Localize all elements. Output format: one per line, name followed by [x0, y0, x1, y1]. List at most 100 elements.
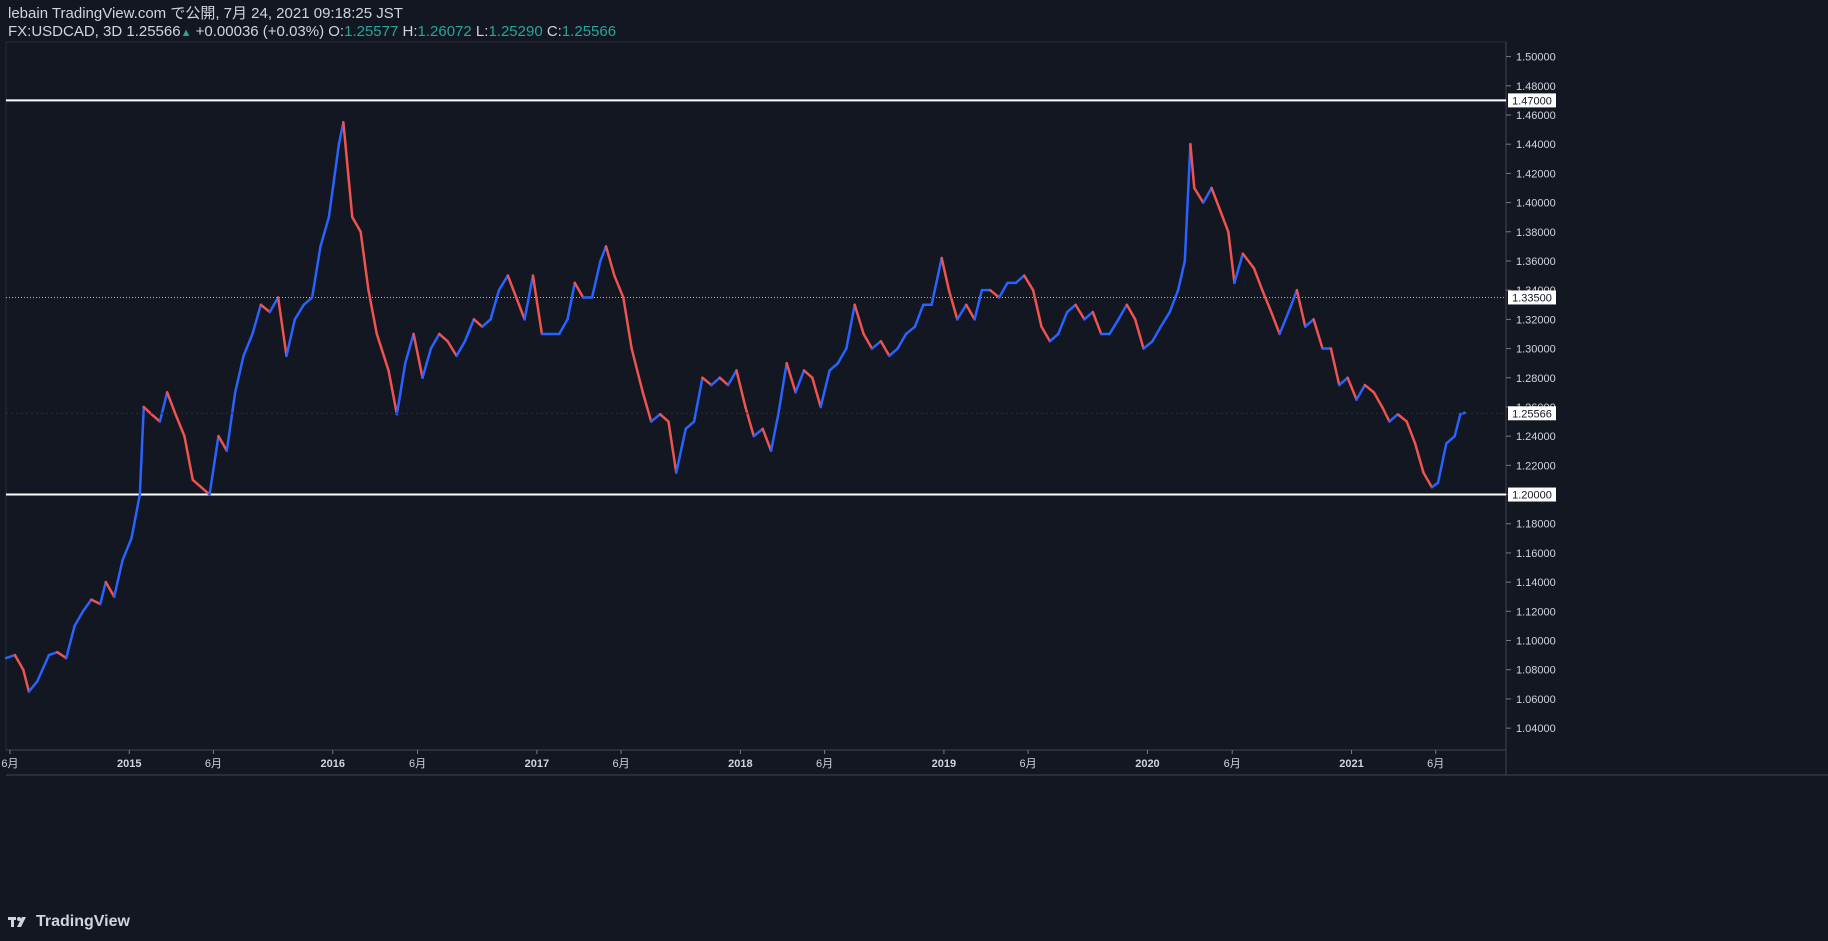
- price-segment: [1031, 288, 1043, 328]
- price-segment: [1227, 230, 1236, 285]
- price-segment: [4, 653, 17, 660]
- price-segment: [251, 303, 263, 336]
- x-tick-label: 6月: [1427, 758, 1444, 770]
- price-segment: [692, 376, 704, 423]
- y-tick-label: 1.18000: [1516, 519, 1556, 531]
- x-tick-label: 6月: [612, 758, 629, 770]
- price-segment: [785, 361, 797, 394]
- price-segment: [641, 391, 653, 423]
- price-chart[interactable]: 1.50000 1.48000 1.46000 1.44000 1.42000 1.400…: [0, 0, 1828, 941]
- price-segment: [1083, 310, 1095, 321]
- price-segment: [1372, 391, 1384, 409]
- price-segment: [913, 303, 925, 328]
- y-tick-label: 1.04000: [1516, 723, 1556, 735]
- price-segment: [375, 332, 390, 372]
- price-segment: [1201, 186, 1213, 204]
- tradingview-logo-icon: [8, 917, 26, 927]
- level-price-label: 1.20000: [1512, 490, 1552, 502]
- price-segment: [1048, 332, 1060, 343]
- tradingview-branding: TradingView: [8, 911, 130, 933]
- price-segment: [557, 318, 569, 336]
- price-segment: [710, 376, 722, 387]
- price-segment: [1422, 471, 1434, 489]
- x-tick-label: 6月: [409, 758, 426, 770]
- y-tick-label: 1.42000: [1516, 168, 1556, 180]
- y-tick-label: 1.30000: [1516, 344, 1556, 356]
- price-segment: [1142, 340, 1154, 350]
- price-segment: [726, 369, 738, 387]
- price-segment: [199, 485, 211, 496]
- y-tick-label: 1.32000: [1516, 314, 1556, 326]
- price-segment: [649, 412, 662, 423]
- level-price-label: 1.33500: [1512, 292, 1552, 304]
- price-segment: [276, 296, 288, 358]
- y-tick-label: 1.38000: [1516, 227, 1556, 239]
- price-segment: [1183, 142, 1192, 263]
- price-segment: [217, 434, 229, 452]
- price-segment: [1065, 303, 1077, 314]
- price-segment: [1168, 288, 1180, 314]
- price-segment: [744, 405, 756, 438]
- price-segment: [1363, 383, 1376, 394]
- price-segment: [1125, 303, 1137, 321]
- price-segment: [463, 318, 476, 343]
- price-segment: [81, 598, 93, 613]
- price-segment: [480, 318, 492, 328]
- price-segment: [761, 427, 773, 452]
- price-segment: [138, 405, 145, 496]
- price-segment: [1278, 310, 1290, 336]
- price-segment: [104, 580, 116, 598]
- price-segment: [675, 427, 687, 474]
- price-segment: [472, 318, 484, 328]
- price-segment: [896, 332, 908, 350]
- price-segment: [1189, 142, 1196, 190]
- price-segment: [1074, 303, 1086, 321]
- price-segment: [342, 121, 354, 219]
- price-segment: [302, 296, 314, 307]
- price-segment: [1312, 318, 1324, 350]
- price-segment: [658, 412, 670, 423]
- price-segment: [862, 332, 874, 350]
- x-tick-label: 2015: [117, 758, 141, 770]
- y-tick-label: 1.22000: [1516, 460, 1556, 472]
- x-tick-label: 6月: [816, 758, 833, 770]
- plot-frame: [5, 41, 1507, 751]
- price-segment: [1151, 325, 1163, 343]
- price-segment: [489, 288, 501, 321]
- price-segment: [268, 296, 280, 314]
- price-segment: [531, 274, 544, 336]
- price-segment: [174, 412, 186, 438]
- price-segment: [1396, 412, 1408, 423]
- price-segment: [56, 650, 68, 660]
- price-segment: [27, 680, 39, 693]
- price-segment: [446, 340, 458, 358]
- price-segment: [630, 347, 645, 394]
- price-segment: [888, 347, 899, 358]
- level-price-label: 1.47000: [1512, 95, 1552, 107]
- price-segment: [1022, 274, 1035, 292]
- price-segment: [429, 332, 441, 350]
- x-tick-label: 6月: [1224, 758, 1241, 770]
- y-tick-label: 1.36000: [1516, 256, 1556, 268]
- price-segment: [158, 391, 169, 423]
- price-segment: [566, 281, 577, 321]
- price-segment: [769, 412, 780, 452]
- price-segment: [395, 361, 407, 416]
- price-segment: [112, 558, 124, 598]
- price-segment: [1445, 434, 1456, 445]
- price-segment: [285, 318, 297, 358]
- price-segment: [870, 340, 883, 350]
- price-segment: [1304, 318, 1315, 328]
- price-segment: [1346, 376, 1358, 401]
- y-tick-label: 1.24000: [1516, 431, 1556, 443]
- price-segment: [1380, 405, 1391, 423]
- x-tick-label: 6月: [205, 758, 222, 770]
- price-segment: [293, 303, 306, 321]
- price-segment: [1040, 325, 1052, 343]
- y-tick-label: 1.10000: [1516, 636, 1556, 648]
- price-segment: [1014, 274, 1026, 285]
- price-segment: [22, 668, 31, 693]
- price-segment: [514, 296, 526, 321]
- price-segment: [1108, 318, 1120, 336]
- price-segment: [121, 537, 133, 562]
